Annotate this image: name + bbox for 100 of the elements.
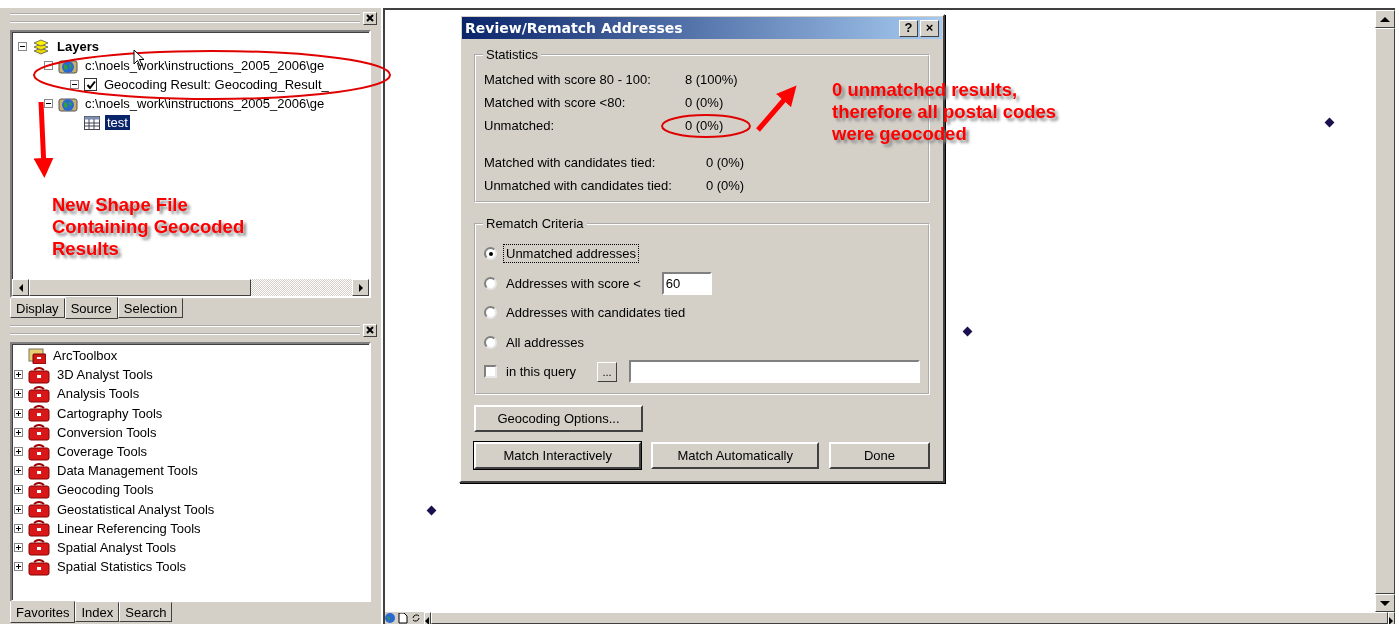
- option-label[interactable]: in this query: [503, 362, 580, 382]
- option-label[interactable]: Addresses with score <: [503, 273, 644, 293]
- expand-icon[interactable]: [14, 389, 23, 399]
- panel-grip[interactable]: [10, 13, 360, 23]
- tree-item[interactable]: c:\noels_work\instructions_2005_2006\ge: [83, 96, 327, 111]
- point-marker: [962, 326, 973, 337]
- stat-label: Matched with candidates tied:: [484, 155, 657, 170]
- help-button[interactable]: ?: [899, 19, 918, 37]
- tab[interactable]: Search: [119, 602, 173, 622]
- dialog-button[interactable]: Match Automatically: [651, 441, 819, 469]
- group-label: Rematch Criteria: [483, 216, 587, 231]
- collapse-icon[interactable]: [70, 80, 79, 89]
- tree-item[interactable]: Geostatistical Analyst Tools: [55, 501, 217, 517]
- scroll-up-icon[interactable]: [1380, 16, 1390, 22]
- refresh-icon[interactable]: [411, 613, 421, 623]
- tree-item[interactable]: Coverage Tools: [55, 444, 150, 460]
- toolbox-icon: [28, 461, 50, 480]
- panel-grip[interactable]: [10, 325, 360, 335]
- radio-button[interactable]: [484, 306, 497, 320]
- option-label[interactable]: Addresses with candidates tied: [503, 303, 689, 323]
- expand-icon[interactable]: [14, 427, 23, 437]
- toolbox-icon: [28, 500, 50, 519]
- tab[interactable]: Selection: [117, 298, 184, 318]
- expand-icon[interactable]: [14, 542, 23, 552]
- scroll-left-icon[interactable]: [17, 283, 24, 292]
- tree-item[interactable]: 3D Analyst Tools: [55, 367, 155, 383]
- tree-item[interactable]: Geocoding Tools: [55, 482, 156, 498]
- dialog-button[interactable]: Match Interactively: [474, 441, 642, 469]
- close-icon[interactable]: [366, 326, 374, 334]
- tree-item[interactable]: Analysis Tools: [55, 386, 142, 402]
- expand-icon[interactable]: [14, 562, 23, 572]
- globe-folder-icon: [58, 95, 78, 112]
- scroll-left-icon[interactable]: [425, 617, 430, 624]
- expand-icon[interactable]: [14, 370, 23, 380]
- point-marker: [1324, 117, 1335, 128]
- tree-item[interactable]: Conversion Tools: [55, 424, 159, 440]
- browse-button[interactable]: ...: [597, 361, 618, 382]
- tree-item[interactable]: ArcToolbox: [51, 348, 120, 364]
- tree-item[interactable]: Spatial Analyst Tools: [55, 539, 178, 555]
- toolbox-icon: [28, 404, 50, 423]
- stat-value: 0 (0%): [684, 118, 725, 133]
- radio-button[interactable]: [484, 276, 497, 290]
- close-button[interactable]: ×: [920, 19, 939, 37]
- query-field[interactable]: [629, 360, 920, 384]
- page-icon[interactable]: [398, 612, 408, 624]
- scrollbar[interactable]: [424, 612, 1395, 624]
- window-title: Review/Rematch Addresses: [465, 20, 684, 36]
- expand-icon[interactable]: [14, 504, 23, 514]
- tab[interactable]: Display: [10, 298, 65, 318]
- tree-item[interactable]: test: [105, 115, 130, 130]
- scroll-right-icon[interactable]: [357, 283, 364, 292]
- close-icon[interactable]: [366, 14, 374, 22]
- annotation-text: New Shape File Containing Geocoded Results: [52, 194, 245, 260]
- stat-label: Matched with score <80:: [484, 95, 627, 110]
- tab[interactable]: Favorites: [10, 601, 76, 623]
- scroll-down-icon[interactable]: [1380, 600, 1390, 606]
- layers-icon: [32, 38, 50, 55]
- toolbox-icon: [28, 365, 50, 384]
- scrollbar[interactable]: [1375, 10, 1395, 612]
- tab[interactable]: Index: [75, 602, 120, 622]
- tab[interactable]: Source: [64, 297, 118, 319]
- checkbox[interactable]: [84, 78, 97, 91]
- stat-label: Matched with score 80 - 100:: [484, 72, 651, 87]
- toolbox-icon: [28, 423, 50, 442]
- toolbox-icon: [28, 538, 50, 557]
- stat-label: Unmatched:: [484, 118, 556, 133]
- point-marker: [426, 505, 437, 516]
- expand-icon[interactable]: [14, 447, 23, 457]
- stat-label: Unmatched with candidates tied:: [484, 178, 672, 193]
- option-label[interactable]: Unmatched addresses: [503, 244, 640, 264]
- tree-item[interactable]: Cartography Tools: [55, 405, 165, 421]
- tree-item[interactable]: Layers: [55, 39, 101, 54]
- radio-button[interactable]: [484, 247, 497, 261]
- tree-item[interactable]: c:\noels_work\instructions_2005_2006\ge: [83, 58, 327, 73]
- options-button[interactable]: Geocoding Options...: [474, 404, 643, 432]
- expand-icon[interactable]: [14, 408, 23, 418]
- score-field[interactable]: 60: [661, 271, 712, 295]
- option-label[interactable]: All addresses: [503, 332, 588, 352]
- dialog-button[interactable]: Done: [828, 441, 930, 469]
- toolbox-icon: [28, 442, 50, 461]
- tree-item[interactable]: Data Management Tools: [55, 463, 200, 479]
- radio-button[interactable]: [484, 335, 497, 349]
- expand-icon[interactable]: [14, 523, 23, 533]
- scroll-right-icon[interactable]: [1389, 617, 1394, 624]
- stat-value: 0 (0%): [705, 178, 745, 193]
- stat-value: 0 (0%): [705, 155, 745, 170]
- expand-icon[interactable]: [14, 485, 23, 495]
- tree-item[interactable]: Geocoding Result: Geocoding_Result_: [102, 77, 331, 92]
- checkbox[interactable]: [484, 365, 497, 379]
- tree-item[interactable]: Linear Referencing Tools: [55, 520, 203, 536]
- collapse-icon[interactable]: [18, 42, 27, 51]
- toolbox-icon: [28, 480, 50, 499]
- collapse-icon[interactable]: [44, 99, 53, 108]
- toolbox-icon: [28, 557, 50, 576]
- scrollbar[interactable]: [12, 279, 369, 296]
- tree-item[interactable]: Spatial Statistics Tools: [55, 559, 189, 575]
- group-label: Statistics: [483, 47, 541, 62]
- arrow: [756, 85, 797, 132]
- stat-value: 8 (100%): [684, 72, 738, 87]
- expand-icon[interactable]: [14, 466, 23, 476]
